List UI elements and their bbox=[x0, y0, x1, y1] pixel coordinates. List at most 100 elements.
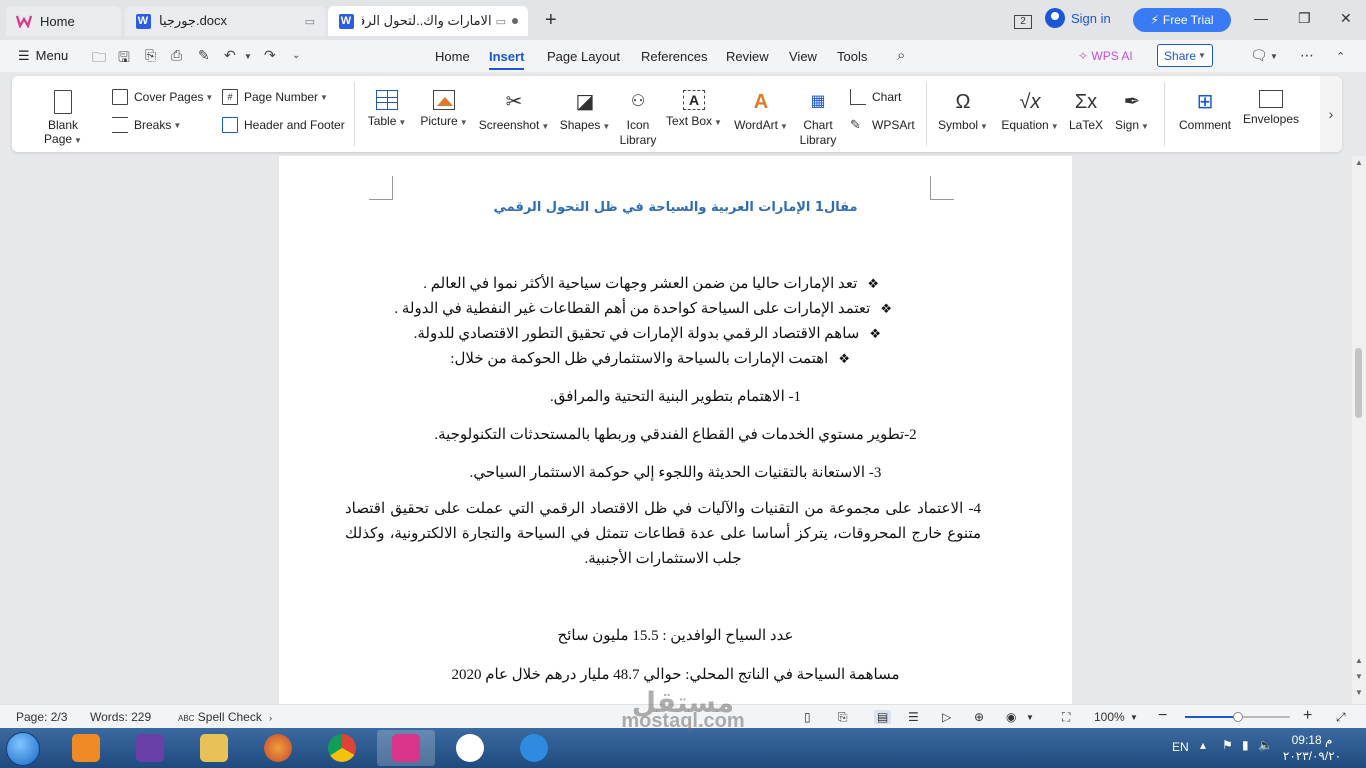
tab-home-menu[interactable]: Home bbox=[435, 49, 470, 64]
media-player-icon[interactable] bbox=[57, 730, 115, 766]
zoom-out-icon[interactable]: − bbox=[1158, 707, 1167, 725]
vertical-scrollbar[interactable]: ▲ ▲ ▼ ▼ bbox=[1352, 156, 1366, 704]
bullet-item[interactable]: ❖ ساهم الاقتصاد الرقمي بدولة الإمارات في … bbox=[414, 324, 881, 343]
play-icon[interactable]: ▷ bbox=[942, 710, 951, 724]
redo-icon[interactable]: ↷ bbox=[264, 47, 276, 64]
close-icon[interactable]: ✕ bbox=[1340, 10, 1352, 27]
picture-button[interactable]: Picture ▼ bbox=[416, 90, 472, 128]
undo-dropdown-icon[interactable]: ▼ bbox=[244, 52, 252, 61]
protect-doc-icon[interactable]: ⎘ bbox=[838, 710, 848, 725]
word-count[interactable]: Words: 229 bbox=[90, 710, 151, 724]
print-icon[interactable]: ⎙ bbox=[171, 47, 182, 64]
chart-button[interactable]: Chart bbox=[850, 89, 901, 105]
document-title[interactable]: مقال1 الإمارات العربية والسياحة في ظل ال… bbox=[279, 200, 1072, 215]
undo-icon[interactable]: ↶ bbox=[224, 47, 236, 64]
breaks-button[interactable]: Breaks ▼ bbox=[112, 117, 181, 133]
volume-icon[interactable]: 🔈 bbox=[1258, 738, 1273, 752]
chevron-down-icon[interactable]: ▼ bbox=[1130, 713, 1138, 722]
zoom-slider-knob[interactable] bbox=[1232, 712, 1243, 722]
web-view-icon[interactable]: ⊕ bbox=[974, 710, 984, 724]
format-painter-icon[interactable]: ✎ bbox=[198, 47, 210, 64]
multi-window-icon[interactable]: 2 bbox=[1014, 11, 1032, 29]
ribbon-scroll-right-icon[interactable]: › bbox=[1320, 76, 1342, 152]
scroll-up-page-icon[interactable]: ▲ bbox=[1352, 656, 1366, 665]
menu-button[interactable]: ☰ Menu bbox=[18, 48, 68, 64]
eyes-app-icon[interactable] bbox=[441, 730, 499, 766]
windows-start-icon[interactable] bbox=[6, 732, 40, 766]
latex-button[interactable]: Σx LaTeX bbox=[1066, 90, 1106, 132]
flag-icon[interactable]: ⚑ bbox=[1222, 738, 1233, 752]
page-number-button[interactable]: # Page Number ▼ bbox=[222, 89, 328, 105]
collapse-ribbon-icon[interactable]: ⌃ bbox=[1336, 50, 1345, 63]
tab-page-layout[interactable]: Page Layout bbox=[547, 49, 620, 64]
monitor-icon[interactable]: ▭ bbox=[305, 15, 315, 28]
paragraph-4[interactable]: 4- الاعتماد على مجموعة من التقنيات والآل… bbox=[345, 497, 981, 572]
scroll-down-page-icon[interactable]: ▼ bbox=[1352, 688, 1366, 697]
export-icon[interactable]: ⎘ bbox=[145, 47, 156, 64]
blank-page-button[interactable]: Blank Page ▼ bbox=[28, 90, 98, 146]
tourism-gdp-stat[interactable]: مساهمة السياحة في الناتج المحلي: حوالي 4… bbox=[279, 665, 1072, 684]
tab-view[interactable]: View bbox=[789, 49, 817, 64]
sign-in-button[interactable]: Sign in bbox=[1045, 8, 1111, 28]
comment-bubble-icon[interactable]: 🗨 bbox=[1250, 47, 1268, 64]
table-button[interactable]: Table ▼ bbox=[364, 90, 410, 128]
new-tab-button[interactable]: + bbox=[545, 9, 557, 32]
chevron-down-icon[interactable]: ▼ bbox=[1026, 713, 1034, 722]
scroll-down-icon[interactable]: ▼ bbox=[1352, 672, 1366, 681]
restore-icon[interactable]: ❐ bbox=[1298, 10, 1311, 27]
scrollbar-thumb[interactable] bbox=[1355, 348, 1362, 418]
fullscreen-icon[interactable]: ⤢ bbox=[1336, 710, 1346, 725]
equation-button[interactable]: √x Equation ▼ bbox=[998, 90, 1062, 132]
envelopes-button[interactable]: Envelopes bbox=[1240, 90, 1302, 126]
file-explorer-icon[interactable] bbox=[185, 730, 243, 766]
save-icon[interactable]: 🖫 bbox=[118, 47, 130, 71]
header-footer-button[interactable]: Header and Footer bbox=[222, 117, 345, 133]
more-options-icon[interactable]: ⋯ bbox=[1300, 47, 1314, 64]
tab-tools[interactable]: Tools bbox=[837, 49, 867, 64]
wps-ai-button[interactable]: ✧ WPS AI bbox=[1078, 49, 1133, 63]
minimize-icon[interactable]: — bbox=[1254, 10, 1268, 26]
wordart-button[interactable]: A WordArt ▼ bbox=[728, 90, 794, 132]
symbol-button[interactable]: Ω Symbol ▼ bbox=[934, 90, 992, 132]
tab-document-active[interactable]: W الامارات واك..لتحول الرقمي ▭ bbox=[328, 6, 528, 36]
network-icon[interactable]: ▮ bbox=[1242, 738, 1249, 752]
icon-library-button[interactable]: ⚇ Icon Library bbox=[616, 90, 660, 148]
visual-studio-icon[interactable] bbox=[121, 730, 179, 766]
tourist-arrivals-stat[interactable]: عدد السياح الوافدين : 15.5 مليون سائح bbox=[279, 626, 1072, 645]
sign-button[interactable]: ✒ Sign ▼ bbox=[1110, 90, 1154, 132]
language-indicator[interactable]: EN bbox=[1172, 740, 1189, 754]
bullet-item[interactable]: ❖ تعتمد الإمارات على السياحة كواحدة من أه… bbox=[394, 299, 892, 318]
spell-check-button[interactable]: ABC Spell Check › bbox=[178, 710, 272, 724]
internet-explorer-icon[interactable] bbox=[505, 730, 563, 766]
more-chevron-icon[interactable]: ⌄ bbox=[292, 50, 300, 61]
unsaved-dot-icon[interactable] bbox=[512, 18, 518, 24]
zoom-in-icon[interactable]: + bbox=[1303, 707, 1312, 725]
tab-review[interactable]: Review bbox=[726, 49, 769, 64]
chevron-down-icon[interactable]: ▼ bbox=[1270, 52, 1278, 61]
fit-page-icon[interactable]: ⛶ bbox=[1062, 710, 1070, 725]
tab-home[interactable]: Home bbox=[6, 6, 121, 36]
numbered-item[interactable]: 3- الاستعانة بالتقنيات الحديثة واللجوء إ… bbox=[279, 463, 1072, 482]
chrome-icon[interactable] bbox=[313, 730, 371, 766]
bullet-item[interactable]: ❖ تعد الإمارات حاليا من ضمن العشر وجهات س… bbox=[423, 274, 879, 293]
system-clock[interactable]: 09:18 م ٢٠٢٣/٠٩/٢٠ bbox=[1272, 732, 1352, 764]
tab-insert[interactable]: Insert bbox=[489, 49, 525, 70]
wpsart-button[interactable]: ✎ WPSArt bbox=[850, 117, 915, 133]
zoom-level[interactable]: 100% bbox=[1094, 710, 1125, 724]
document-page[interactable]: مقال1 الإمارات العربية والسياحة في ظل ال… bbox=[279, 156, 1072, 704]
zoom-slider[interactable] bbox=[1185, 712, 1290, 722]
chart-library-button[interactable]: ▦ Chart Library bbox=[796, 90, 840, 148]
tab-references[interactable]: References bbox=[641, 49, 707, 64]
page-indicator[interactable]: Page: 2/3 bbox=[16, 710, 67, 724]
wps-office-icon[interactable] bbox=[377, 730, 435, 766]
eye-protection-icon[interactable]: ◉ bbox=[1006, 710, 1016, 724]
comment-button[interactable]: ⊞ Comment bbox=[1172, 90, 1238, 132]
numbered-item[interactable]: 2-تطوير مستوي الخدمات في القطاع الفندقي … bbox=[279, 425, 1072, 444]
shapes-button[interactable]: ◪ Shapes ▼ bbox=[556, 90, 614, 132]
open-folder-icon[interactable]: 🗀 bbox=[92, 47, 106, 71]
show-hidden-icons-icon[interactable]: ▴ bbox=[1200, 738, 1206, 752]
search-icon[interactable]: ⌕ bbox=[897, 47, 905, 64]
free-trial-button[interactable]: ⚡ Free Trial bbox=[1133, 8, 1231, 32]
text-box-button[interactable]: A Text Box ▼ bbox=[664, 90, 724, 128]
tab-document-georgia[interactable]: W جورجيا.docx ▭ bbox=[125, 6, 325, 36]
